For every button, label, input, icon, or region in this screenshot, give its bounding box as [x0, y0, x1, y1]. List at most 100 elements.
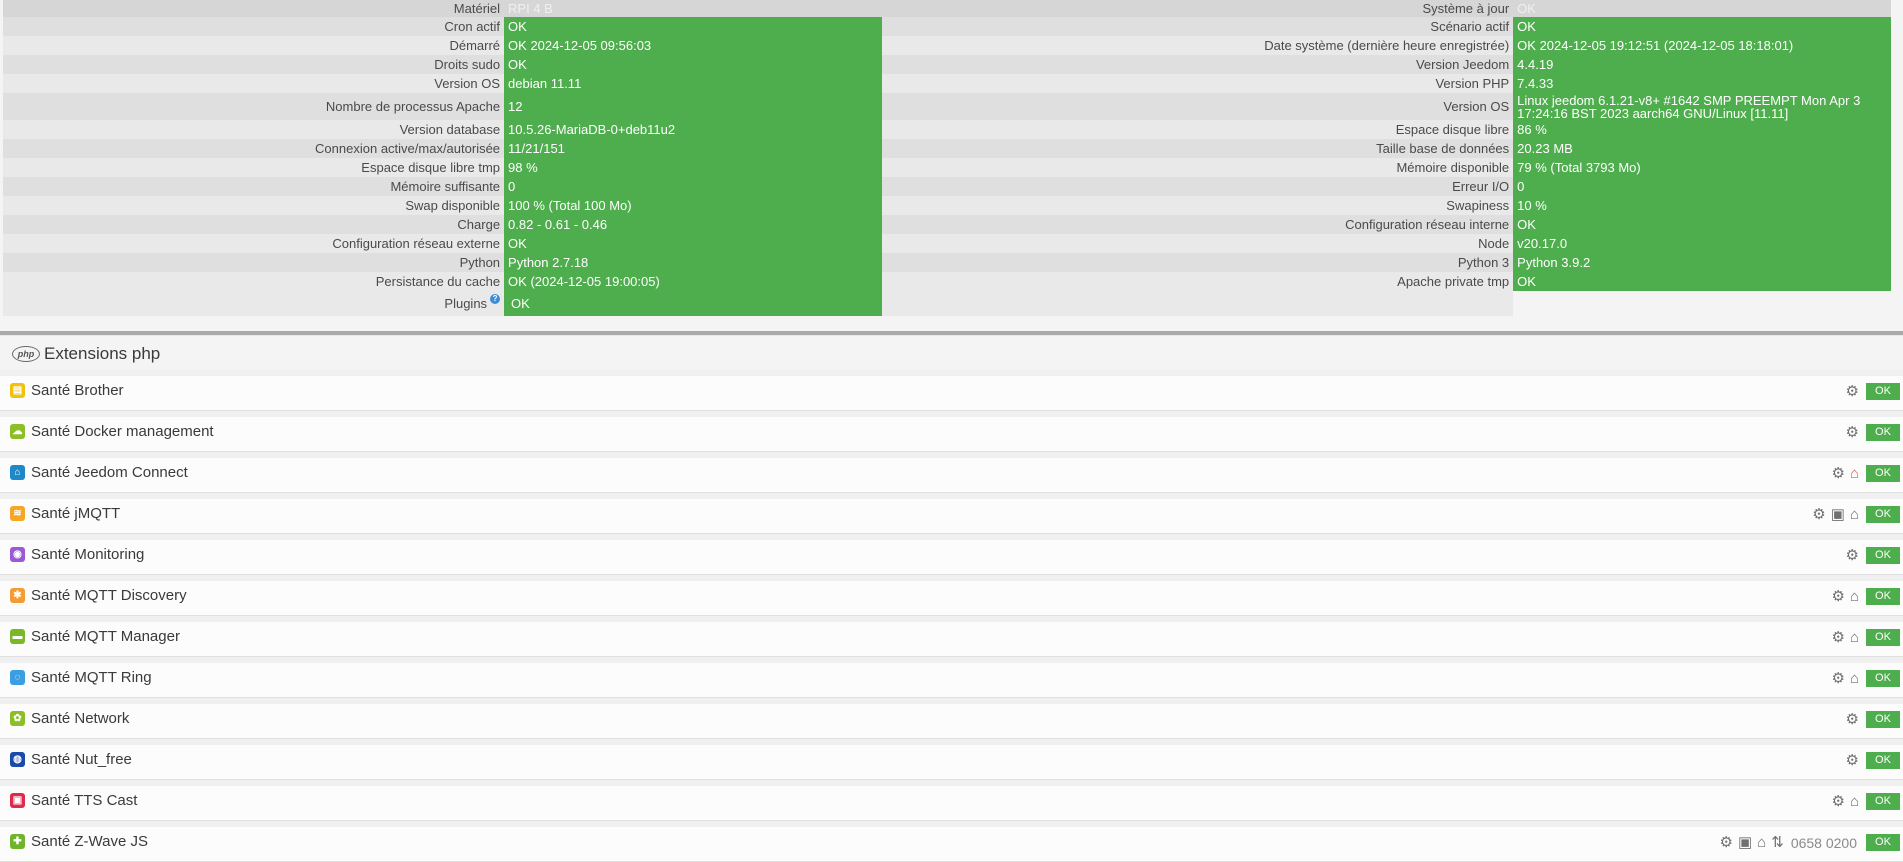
health-value: 20.23 MB — [1513, 139, 1891, 158]
row-separator — [0, 493, 1903, 499]
bank-icon[interactable]: ⌂ — [1850, 588, 1859, 605]
plugin-icon: ✿ — [10, 711, 25, 726]
health-value: 0.82 - 0.61 - 0.46 — [504, 215, 882, 234]
plugin-actions: ⚙ ⌂ OK — [1831, 465, 1900, 482]
plugin-actions: ⚙ OK — [1846, 752, 1900, 769]
plugin-name: Santé Nut_free — [31, 751, 132, 768]
status-badge: OK — [1866, 506, 1900, 523]
plugin-name-group: ◉ Santé Monitoring — [10, 546, 144, 563]
health-label: Taille base de données — [881, 139, 1514, 158]
plugin-row: ✚ Santé Z-Wave JS ⚙ ▣ ⌂ ⇅ 0658 0200 OK — [0, 821, 1903, 862]
health-label: Mémoire suffisante — [3, 177, 505, 196]
health-label: Version PHP — [881, 74, 1514, 93]
health-label: Connexion active/max/autorisée — [3, 139, 505, 158]
plugin-row: ▬ Santé MQTT Manager ⚙ ⌂ OK — [0, 616, 1903, 657]
bank-icon[interactable]: ⌂ — [1757, 834, 1766, 851]
health-label: Nombre de processus Apache — [3, 93, 505, 120]
health-label: Droits sudo — [3, 55, 505, 74]
health-value: OK — [1513, 17, 1891, 36]
cogs-icon[interactable]: ⚙ — [1831, 588, 1844, 605]
plugin-health-list: ▤ Santé Brother ⚙ OK ☁ Santé Docker managemen… — [0, 370, 1903, 862]
plugin-name: Santé Network — [31, 710, 130, 727]
row-separator — [0, 780, 1903, 786]
health-label: Erreur I/O — [881, 177, 1514, 196]
health-value: 10.5.26-MariaDB-0+deb11u2 — [504, 120, 882, 139]
plugin-row: ◉ Santé Monitoring ⚙ OK — [0, 534, 1903, 575]
cogs-icon[interactable]: ⚙ — [1831, 465, 1844, 482]
plugin-name-group: ✚ Santé Z-Wave JS — [10, 833, 148, 850]
health-row: Mémoire suffisante 0 Erreur I/O 0 — [3, 177, 1891, 196]
health-label: Charge — [3, 215, 505, 234]
section-title: php Extensions php — [12, 344, 160, 364]
php-icon: php — [12, 346, 40, 362]
plugin-name: Santé Z-Wave JS — [31, 833, 148, 850]
cogs-icon[interactable]: ⚙ — [1846, 752, 1859, 769]
health-row: Connexion active/max/autorisée 11/21/151 T… — [3, 139, 1891, 158]
status-badge: OK — [1866, 383, 1900, 400]
plugin-row: ▤ Santé Brother ⚙ OK — [0, 370, 1903, 411]
status-badge: OK — [1866, 629, 1900, 646]
health-label: Configuration réseau interne — [881, 215, 1514, 234]
health-value: 86 % — [1513, 120, 1891, 139]
plugin-actions: ⚙ OK — [1846, 383, 1900, 400]
cogs-icon[interactable]: ⚙ — [1831, 629, 1844, 646]
bank-icon[interactable]: ⌂ — [1850, 465, 1859, 482]
plugin-row: ≋ Santé jMQTT ⚙ ▣ ⌂ OK — [0, 493, 1903, 534]
health-label: Swap disponible — [3, 196, 505, 215]
plugin-name-group: ⌂ Santé Jeedom Connect — [10, 464, 188, 481]
health-value: 12 — [504, 93, 882, 120]
plugin-row: ☁ Santé Docker management ⚙ OK — [0, 411, 1903, 452]
plugin-icon: ◉ — [10, 547, 25, 562]
cogs-icon[interactable]: ⚙ — [1846, 424, 1859, 441]
bank-icon[interactable]: ⌂ — [1850, 793, 1859, 810]
plugins-value: OK — [504, 291, 882, 316]
cogs-icon[interactable]: ⚙ — [1846, 383, 1859, 400]
status-badge: OK — [1866, 547, 1900, 564]
row-separator — [0, 534, 1903, 540]
health-value: OK 2024-12-05 19:12:51 (2024-12-05 18:18… — [1513, 36, 1891, 55]
health-label: Espace disque libre tmp — [3, 158, 505, 177]
plugin-icon: ▬ — [10, 629, 25, 644]
cogs-icon[interactable]: ⚙ — [1831, 670, 1844, 687]
plugin-name: Santé Monitoring — [31, 546, 145, 563]
cogs-icon[interactable]: ⚙ — [1846, 711, 1859, 728]
row-separator — [0, 616, 1903, 622]
bank-icon[interactable]: ⌂ — [1850, 670, 1859, 687]
plugin-actions: ⚙ ⌂ OK — [1831, 793, 1900, 810]
plugin-name: Santé jMQTT — [31, 505, 121, 522]
health-label: Swapiness — [881, 196, 1514, 215]
plugin-name-group: ✱ Santé MQTT Discovery — [10, 587, 187, 604]
health-value: 10 % — [1513, 196, 1891, 215]
health-label: Scénario actif — [881, 17, 1514, 36]
plugin-icon: ◌ — [10, 670, 25, 685]
health-label: Version OS — [3, 74, 505, 93]
cogs-icon[interactable]: ⚙ — [1812, 506, 1825, 523]
health-label: Configuration réseau externe — [3, 234, 505, 253]
medkit-icon[interactable]: ▣ — [1738, 834, 1752, 851]
bank-icon[interactable]: ⌂ — [1850, 629, 1859, 646]
health-label: Persistance du cache — [3, 272, 505, 291]
health-row: Espace disque libre tmp 98 % Mémoire dispo… — [3, 158, 1891, 177]
row-separator — [0, 452, 1903, 458]
health-label: Plugins? — [3, 291, 505, 316]
plugin-name: Santé MQTT Manager — [31, 628, 180, 645]
cogs-icon[interactable]: ⚙ — [1846, 547, 1859, 564]
help-icon[interactable]: ? — [490, 294, 501, 304]
health-value: Linux jeedom 6.1.21-v8+ #1642 SMP PREEMP… — [1513, 93, 1891, 120]
medkit-icon[interactable]: ▣ — [1831, 506, 1845, 523]
sort-icon[interactable]: ⇅ — [1771, 834, 1784, 851]
health-label: Apache private tmp — [881, 272, 1514, 291]
health-label: Python — [3, 253, 505, 272]
empty-cell — [1513, 291, 1891, 316]
cogs-icon[interactable]: ⚙ — [1831, 793, 1844, 810]
empty-cell — [881, 291, 1514, 316]
health-value: OK 2024-12-05 09:56:03 — [504, 36, 882, 55]
plugin-name: Santé Jeedom Connect — [31, 464, 188, 481]
plugin-row: ✱ Santé MQTT Discovery ⚙ ⌂ OK — [0, 575, 1903, 616]
plugin-icon: ▤ — [10, 383, 25, 398]
cogs-icon[interactable]: ⚙ — [1720, 834, 1733, 851]
bank-icon[interactable]: ⌂ — [1850, 506, 1859, 523]
health-row: Swap disponible 100 % (Total 100 Mo) Swapi… — [3, 196, 1891, 215]
health-value: OK — [504, 55, 882, 74]
plugin-icon: ⌂ — [10, 465, 25, 480]
